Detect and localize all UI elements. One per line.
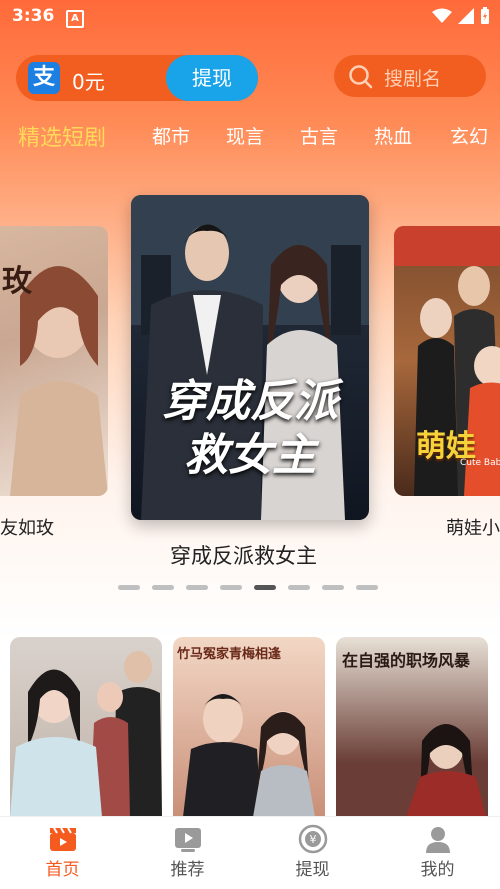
carousel-dot[interactable] (118, 585, 140, 590)
carousel-indicator (118, 585, 378, 590)
carousel-card-left[interactable]: 玫 (0, 226, 108, 496)
yen-coin-icon: ¥ (298, 824, 327, 854)
category-tab-featured[interactable]: 精选短剧 (18, 122, 106, 152)
wallet-pill[interactable]: 支 0元 提现 (16, 55, 258, 101)
top-bar: 支 0元 提现 搜剧名 (0, 50, 500, 106)
category-tab-modern-romance[interactable]: 现言 (226, 122, 264, 149)
cellular-signal-icon (458, 8, 474, 24)
tab-label: 首页 (45, 860, 80, 880)
poster-figures (10, 651, 162, 817)
carousel-card-center[interactable]: 穿成反派救女主 (131, 195, 369, 520)
carousel-caption-right: 萌娃小 (446, 518, 500, 539)
svg-text:¥: ¥ (309, 833, 316, 846)
user-icon (425, 827, 450, 853)
play-icon (174, 828, 201, 852)
search-icon (349, 65, 373, 89)
tab-profile[interactable]: 我的 (375, 823, 500, 880)
category-tabs: 精选短剧 都市 现言 古言 热血 玄幻 (0, 122, 500, 158)
poster-subtitle: Cute Bab (460, 458, 500, 468)
search-box[interactable]: 搜剧名 (334, 55, 486, 97)
carousel-dot[interactable] (288, 585, 310, 590)
alipay-icon: 支 (28, 62, 60, 94)
category-tab-fantasy[interactable]: 玄幻 (450, 122, 488, 149)
poster-title: 玫 (2, 264, 32, 299)
tab-label: 我的 (420, 860, 455, 880)
bottom-tab-bar: 首页 推荐 ¥ 提现 我的 (0, 816, 500, 889)
carousel-dot[interactable] (152, 585, 174, 590)
poster-figures (183, 694, 315, 817)
carousel-dot[interactable] (356, 585, 378, 590)
poster-title: 穿成反派救女主 (162, 376, 338, 481)
category-tab-urban[interactable]: 都市 (152, 122, 190, 149)
system-icons (432, 7, 490, 25)
carousel-dot-active[interactable] (254, 585, 276, 590)
clapper-icon (49, 827, 76, 851)
tab-label: 推荐 (170, 860, 205, 880)
category-tab-ancient-romance[interactable]: 古言 (300, 122, 338, 149)
poster-figure (406, 724, 486, 817)
tab-withdraw[interactable]: ¥ 提现 (250, 823, 375, 880)
search-placeholder: 搜剧名 (384, 68, 442, 90)
status-time: 3:36 (12, 6, 55, 26)
carousel-caption-left: 友如玫 (0, 518, 54, 539)
app-notification-icon: A (66, 10, 84, 28)
carousel-card-right[interactable]: 萌娃 Cute Bab (394, 226, 500, 496)
status-bar: 3:36 A (0, 0, 500, 34)
balance-amount: 0元 (72, 70, 105, 94)
wifi-icon (432, 8, 452, 23)
category-tab-action[interactable]: 热血 (374, 122, 412, 149)
drama-thumbnail-3[interactable]: 在自强的职场风暴 (336, 637, 488, 817)
drama-thumbnail-1[interactable] (10, 637, 162, 817)
carousel-dot[interactable] (220, 585, 242, 590)
carousel-dot[interactable] (322, 585, 344, 590)
withdraw-button[interactable]: 提现 (166, 55, 258, 101)
drama-thumbnail-2[interactable]: 竹马冤家青梅相逢 (173, 637, 325, 817)
carousel-caption-center: 穿成反派救女主 (170, 544, 317, 568)
tab-home[interactable]: 首页 (0, 823, 125, 880)
tab-label: 提现 (295, 860, 330, 880)
battery-icon (481, 7, 489, 24)
carousel-dot[interactable] (186, 585, 208, 590)
tab-recommend[interactable]: 推荐 (125, 823, 250, 880)
